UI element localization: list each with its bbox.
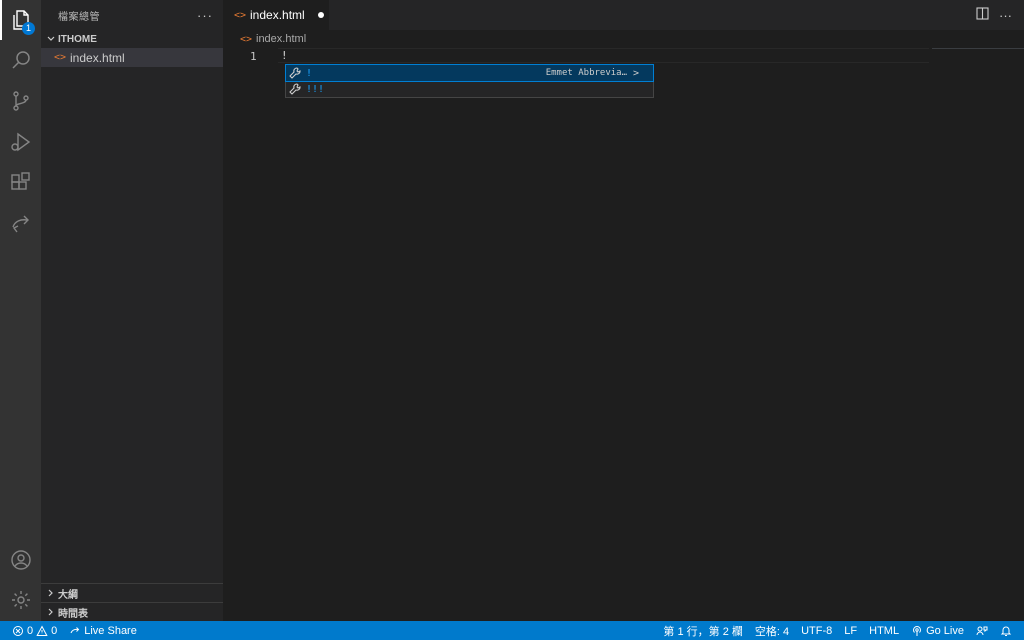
folder-name: ITHOME (58, 33, 97, 45)
language-mode: HTML (869, 624, 900, 637)
read-more-icon[interactable]: > (633, 68, 639, 79)
source-control-activity-button[interactable] (0, 81, 41, 121)
explorer-sidebar: 檔案總管 ··· ITHOME <> index.html 大綱 時間表 (41, 0, 223, 621)
warning-icon (36, 624, 48, 636)
live-share-status[interactable]: Live Share (63, 621, 143, 640)
suggestion-widget: ! Emmet Abbrevia… > !!! (285, 64, 654, 98)
cursor-position-status[interactable]: 第 1 行，第 2 欄 (657, 621, 748, 640)
suggestion-item[interactable]: ! Emmet Abbrevia… > (285, 64, 654, 82)
suggestion-label: !!! (306, 83, 325, 95)
breadcrumb: <> index.html (223, 30, 1024, 48)
feedback-icon (976, 626, 988, 635)
current-line-highlight (278, 48, 929, 63)
file-name: index.html (70, 50, 125, 65)
split-editor-icon[interactable] (976, 7, 989, 23)
suggestion-item[interactable]: !!! (286, 81, 653, 97)
outline-label: 大綱 (58, 589, 78, 601)
chevron-down-icon (44, 34, 58, 44)
extensions-activity-button[interactable] (0, 163, 41, 203)
warning-count: 0 (51, 624, 58, 637)
encoding-status[interactable]: UTF-8 (795, 621, 838, 640)
editor-area: <> index.html ··· <> index.html 1 ! ! Em… (223, 0, 1024, 621)
go-live-label: Go Live (926, 624, 964, 637)
live-share-label: Live Share (84, 624, 137, 637)
tab-label: index.html (250, 8, 305, 22)
wrench-icon (289, 83, 301, 95)
run-debug-icon (10, 132, 30, 152)
error-icon (13, 625, 23, 636)
error-count: 0 (27, 624, 34, 637)
indentation-status[interactable]: 空格: 4 (749, 621, 795, 640)
live-share-icon (11, 215, 29, 233)
wrench-icon (289, 67, 301, 79)
search-activity-button[interactable] (0, 40, 41, 80)
gear-icon (11, 591, 30, 609)
unsaved-dot-icon[interactable] (317, 12, 324, 18)
feedback-status[interactable] (970, 621, 994, 640)
eol: LF (844, 624, 858, 637)
more-actions-icon[interactable]: ··· (197, 8, 213, 23)
tab-bar: <> index.html ··· (223, 0, 1024, 30)
suggestion-detail: Emmet Abbrevia… (545, 68, 627, 78)
live-share-activity-button[interactable] (0, 204, 41, 244)
overview-ruler (932, 48, 1024, 49)
encoding: UTF-8 (801, 624, 833, 637)
breadcrumb-file[interactable]: index.html (256, 33, 306, 45)
go-live-status[interactable]: Go Live (905, 621, 970, 640)
timeline-section-header[interactable]: 時間表 (41, 602, 223, 621)
chevron-right-icon (44, 588, 58, 598)
live-share-icon (70, 626, 80, 633)
search-icon (11, 51, 30, 69)
source-control-icon (12, 91, 29, 111)
explorer-title: 檔案總管 (58, 11, 100, 23)
explorer-activity-button[interactable]: 1 (0, 0, 41, 40)
tab-index-html[interactable]: <> index.html (223, 0, 329, 30)
activity-bar: 1 (0, 0, 41, 621)
account-icon (10, 550, 31, 570)
explorer-header: 檔案總管 ··· (41, 0, 223, 30)
status-bar: 0 0 Live Share 第 1 行，第 2 欄 空格: 4 UTF-8 L… (0, 621, 1024, 640)
explorer-badge: 1 (22, 22, 35, 35)
folder-section-header[interactable]: ITHOME (41, 30, 223, 48)
file-item-index-html[interactable]: <> index.html (41, 48, 223, 67)
manage-activity-button[interactable] (0, 580, 41, 620)
editor-more-actions-icon[interactable]: ··· (999, 8, 1012, 23)
outline-section-header[interactable]: 大綱 (41, 583, 223, 602)
problems-status[interactable]: 0 0 (0, 621, 63, 640)
notifications-status[interactable] (994, 621, 1024, 640)
line-number: 1 (250, 50, 257, 63)
cursor-position: 第 1 行，第 2 欄 (663, 625, 743, 638)
html-file-icon: <> (54, 52, 67, 63)
code-line[interactable]: ! (281, 49, 288, 62)
timeline-label: 時間表 (58, 608, 88, 620)
run-debug-activity-button[interactable] (0, 122, 41, 162)
chevron-right-icon (44, 607, 58, 617)
code-editor[interactable]: 1 ! ! Emmet Abbrevia… > !!! (223, 48, 1024, 608)
extensions-icon (10, 172, 30, 190)
suggestion-label: ! (306, 67, 313, 79)
indentation: 空格: 4 (754, 625, 790, 638)
bell-icon (1000, 626, 1012, 636)
html-file-icon: <> (234, 9, 247, 21)
accounts-activity-button[interactable] (0, 540, 41, 580)
language-mode-status[interactable]: HTML (863, 621, 905, 640)
eol-status[interactable]: LF (838, 621, 863, 640)
broadcast-icon (913, 625, 922, 636)
html-file-icon: <> (240, 33, 253, 45)
